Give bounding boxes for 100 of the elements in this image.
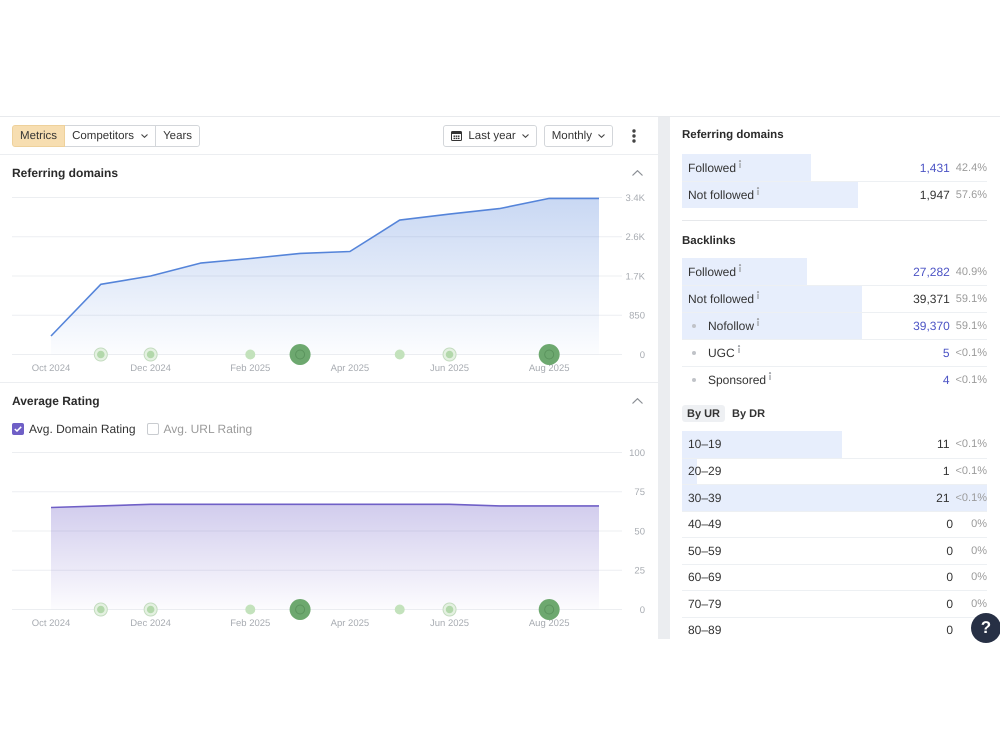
- help-button[interactable]: ?: [971, 613, 1000, 643]
- axis-label: Aug 2025: [528, 363, 570, 374]
- event-marker-icon[interactable]: [144, 602, 158, 616]
- row-label: 50–59: [688, 544, 722, 558]
- row-value: 21: [936, 490, 950, 505]
- section-title: Average Rating: [12, 394, 100, 408]
- info-icon[interactable]: [756, 318, 760, 326]
- interval-dropdown[interactable]: Monthly: [544, 124, 613, 146]
- more-menu-icon[interactable]: [632, 128, 636, 142]
- axis-label: Aug 2025: [528, 618, 570, 629]
- row-percent: 57.6%: [956, 189, 987, 201]
- axis-label: 0: [640, 604, 645, 616]
- row-percent: <0.1%: [956, 438, 987, 450]
- legend-label: Avg. Domain Rating: [29, 422, 136, 436]
- axis-label: 2.6K: [625, 232, 645, 244]
- row-percent: 40.9%: [956, 266, 987, 278]
- axis-label: Oct 2024: [32, 618, 70, 629]
- calendar-icon: [451, 130, 462, 141]
- row-value: 1: [942, 464, 950, 478]
- axis-label: Jun 2025: [430, 618, 470, 629]
- axis-label: Dec 2024: [130, 363, 171, 374]
- event-marker-icon[interactable]: [290, 344, 311, 365]
- row-percent: 0%: [970, 544, 987, 557]
- axis-label: Oct 2024: [32, 363, 70, 374]
- axis-label: 1.7K: [625, 271, 645, 282]
- row-label: 80–89: [688, 623, 722, 638]
- bullet-icon: [692, 351, 696, 355]
- row-percent: 42.4%: [956, 162, 987, 174]
- row-label: 60–69: [688, 570, 722, 584]
- row-percent: <0.1%: [956, 465, 987, 478]
- view-tab[interactable]: Years: [155, 124, 200, 146]
- period-dropdown[interactable]: Last year: [443, 124, 537, 146]
- chevron-up-icon[interactable]: [632, 170, 643, 176]
- row-value: 0: [946, 544, 953, 558]
- event-marker-icon[interactable]: [442, 602, 457, 616]
- axis-label: 0: [640, 350, 645, 361]
- row-label: UGC: [708, 346, 735, 360]
- row-percent: 59.1%: [956, 293, 987, 305]
- event-marker-icon[interactable]: [94, 602, 108, 616]
- event-marker-icon[interactable]: [538, 599, 560, 620]
- info-icon[interactable]: [738, 160, 742, 168]
- row-value: 1,947: [920, 188, 950, 202]
- value-link[interactable]: 1,431: [920, 160, 950, 174]
- axis-label: 75: [634, 487, 645, 498]
- chevron-up-icon[interactable]: [632, 398, 643, 404]
- axis-label: 100: [629, 448, 645, 459]
- info-icon[interactable]: [738, 264, 742, 272]
- row-value: 0: [946, 570, 953, 584]
- axis-label: Apr 2025: [330, 363, 370, 374]
- row-percent: 0%: [970, 598, 987, 610]
- panel-title: Referring domains: [682, 128, 785, 143]
- row-label: 30–39: [688, 490, 722, 505]
- checkbox[interactable]: [12, 423, 24, 435]
- info-icon[interactable]: [756, 291, 760, 299]
- row-percent: <0.1%: [956, 492, 987, 504]
- row-label: 10–19: [688, 437, 722, 452]
- axis-label: 850: [629, 310, 645, 322]
- event-marker-icon[interactable]: [245, 350, 256, 360]
- info-icon[interactable]: [736, 345, 741, 353]
- axis-label: Apr 2025: [330, 618, 370, 629]
- row-value: 11: [937, 437, 950, 452]
- row-label: 70–79: [688, 596, 722, 611]
- legend-label: Avg. URL Rating: [164, 422, 252, 436]
- row-label: Nofollow: [708, 319, 754, 333]
- bullet-icon: [692, 378, 696, 382]
- info-icon[interactable]: [768, 372, 772, 380]
- axis-label: Jun 2025: [430, 363, 470, 374]
- row-label: Not followed: [688, 188, 754, 202]
- row-label: Sponsored: [708, 373, 766, 387]
- event-marker-icon[interactable]: [394, 604, 405, 614]
- axis-label: 25: [634, 566, 645, 577]
- row-value: 0: [946, 623, 953, 638]
- event-marker-icon[interactable]: [94, 348, 108, 362]
- axis-label: Feb 2025: [230, 618, 270, 629]
- row-value: 0: [946, 517, 953, 532]
- rating-tab[interactable]: By UR: [682, 405, 726, 422]
- axis-label: 3.4K: [625, 192, 645, 204]
- rating-tab[interactable]: By DR: [727, 405, 770, 422]
- event-marker-icon[interactable]: [290, 599, 311, 620]
- view-tab[interactable]: Metrics: [12, 124, 66, 146]
- value-link[interactable]: 5: [942, 346, 950, 360]
- row-value: 39,371: [913, 292, 950, 306]
- info-icon[interactable]: [756, 187, 760, 195]
- caret-icon: [522, 134, 529, 138]
- value-link[interactable]: 4: [942, 373, 950, 387]
- event-marker-icon[interactable]: [442, 348, 457, 362]
- row-label: 20–29: [688, 464, 722, 478]
- view-tab[interactable]: Competitors: [64, 124, 156, 146]
- caret-icon: [598, 134, 605, 138]
- row-label: Followed: [688, 160, 736, 174]
- row-value: 0: [946, 596, 953, 611]
- event-marker-icon[interactable]: [394, 350, 405, 360]
- panel-title: Backlinks: [682, 234, 737, 249]
- event-marker-icon[interactable]: [144, 348, 158, 362]
- value-link[interactable]: 27,282: [913, 264, 950, 278]
- event-marker-icon[interactable]: [538, 344, 560, 365]
- event-marker-icon[interactable]: [245, 604, 256, 614]
- axis-label: Dec 2024: [130, 618, 171, 629]
- bullet-icon: [692, 324, 696, 328]
- value-link[interactable]: 39,370: [913, 319, 950, 333]
